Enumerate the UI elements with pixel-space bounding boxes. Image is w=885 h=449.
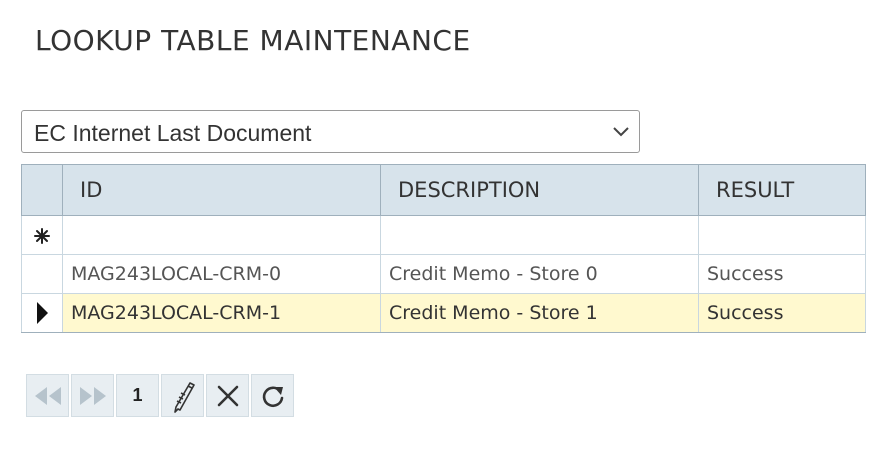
row-description-cell[interactable]: Credit Memo - Store 0 <box>380 254 699 294</box>
lookup-grid: ID DESCRIPTION RESULT MAG243LOCAL-CRM-0 … <box>21 164 866 333</box>
grid-header-row: ID DESCRIPTION RESULT <box>21 164 866 216</box>
row-selector-current[interactable] <box>21 293 63 333</box>
column-header-description[interactable]: DESCRIPTION <box>380 164 699 216</box>
chevron-down-icon <box>613 127 629 137</box>
page-title: LOOKUP TABLE MAINTENANCE <box>35 24 471 57</box>
row-id-cell[interactable]: MAG243LOCAL-CRM-1 <box>62 293 381 333</box>
table-row[interactable]: MAG243LOCAL-CRM-0 Credit Memo - Store 0 … <box>21 254 866 294</box>
row-selector[interactable] <box>21 254 63 294</box>
asterisk-icon <box>34 227 50 244</box>
row-id-cell[interactable]: MAG243LOCAL-CRM-0 <box>62 254 381 294</box>
row-result-cell[interactable]: Success <box>698 293 866 333</box>
lookup-table-select-value: EC Internet Last Document <box>34 120 312 146</box>
delete-button[interactable] <box>206 374 249 417</box>
edit-button[interactable] <box>161 374 204 417</box>
refresh-button[interactable] <box>251 374 294 417</box>
new-row-description-cell[interactable] <box>380 215 699 255</box>
first-page-icon <box>34 386 61 405</box>
last-page-icon <box>79 386 106 405</box>
row-pointer-icon <box>37 302 48 324</box>
row-result-cell[interactable]: Success <box>698 254 866 294</box>
grid-pager: 1 <box>26 374 294 418</box>
new-row-selector[interactable] <box>21 215 63 255</box>
first-page-button[interactable] <box>26 374 69 417</box>
new-row-id-cell[interactable] <box>62 215 381 255</box>
row-description-cell[interactable]: Credit Memo - Store 1 <box>380 293 699 333</box>
new-row[interactable] <box>21 215 866 255</box>
last-page-button[interactable] <box>71 374 114 417</box>
page-number: 1 <box>132 385 143 405</box>
edit-icon <box>173 381 195 413</box>
delete-icon <box>217 385 238 406</box>
header-selector-cell <box>21 164 63 216</box>
column-header-result[interactable]: RESULT <box>698 164 866 216</box>
page-number-button[interactable]: 1 <box>116 374 159 417</box>
refresh-icon <box>262 385 283 407</box>
page: LOOKUP TABLE MAINTENANCE EC Internet Las… <box>0 0 885 449</box>
lookup-table-select[interactable]: EC Internet Last Document <box>21 110 640 153</box>
table-row-selected[interactable]: MAG243LOCAL-CRM-1 Credit Memo - Store 1 … <box>21 293 866 333</box>
column-header-id[interactable]: ID <box>62 164 381 216</box>
new-row-result-cell[interactable] <box>698 215 866 255</box>
